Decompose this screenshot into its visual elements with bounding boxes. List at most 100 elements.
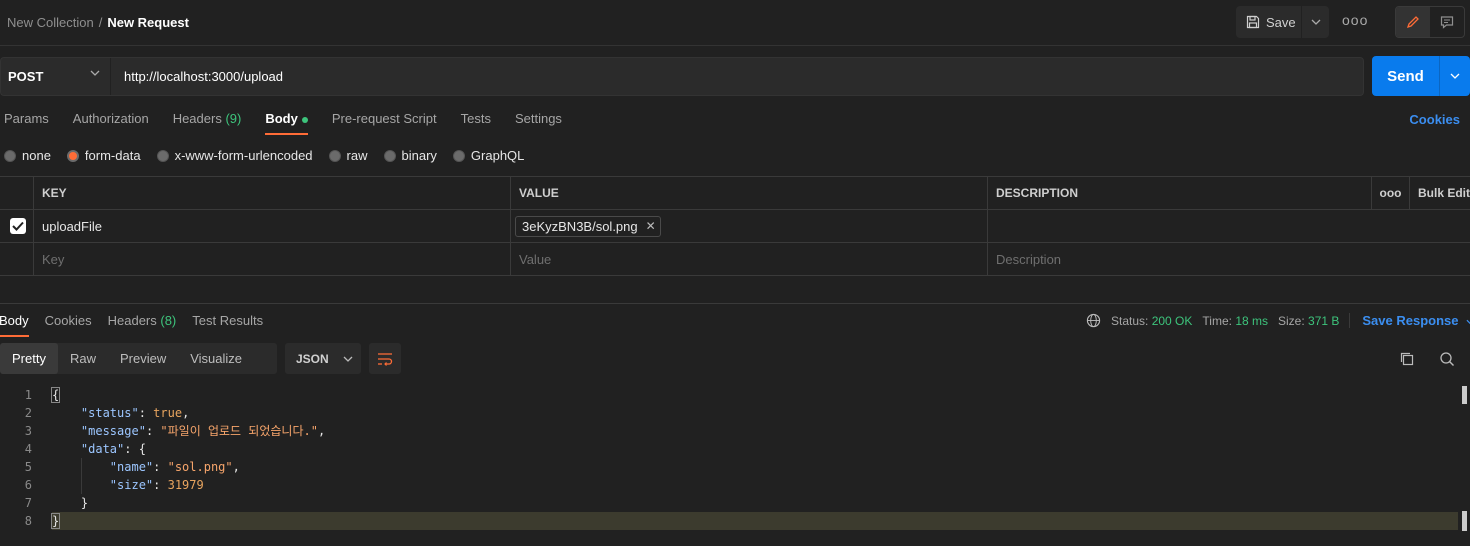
radio-label: none <box>22 148 51 163</box>
tab-label: Headers <box>107 313 157 328</box>
radio-x-www-form-urlencoded[interactable]: x-www-form-urlencoded <box>156 148 313 163</box>
code-line: 7 } <box>0 494 1470 512</box>
tab-authorization[interactable]: Authorization <box>73 111 149 135</box>
send-button[interactable]: Send <box>1372 56 1440 96</box>
radio-label: GraphQL <box>470 148 525 163</box>
save-icon <box>1246 15 1260 29</box>
request-name[interactable]: New Request <box>107 15 189 30</box>
radio-graphql[interactable]: GraphQL <box>452 148 525 163</box>
edit-mode-button[interactable] <box>1396 7 1430 37</box>
response-meta: Status: 200 OK Time: 18 ms Size: 371 B S… <box>1086 313 1470 328</box>
tab-response-headers[interactable]: Headers (8) <box>108 313 177 337</box>
send-options-button[interactable] <box>1440 56 1470 96</box>
search-icon[interactable] <box>1439 351 1455 370</box>
code-line: 3 "message": "파일이 업로드 되었습니다.", <box>0 422 1470 440</box>
bulk-edit-button[interactable]: Bulk Edit <box>1409 177 1470 209</box>
url-input[interactable]: http://localhost:3000/upload <box>124 69 283 84</box>
tab-pre-request-script[interactable]: Pre-request Script <box>332 111 437 135</box>
time-label: Time: <box>1202 313 1232 328</box>
format-label: JSON <box>296 351 329 366</box>
key-field[interactable]: uploadFile <box>33 210 510 242</box>
view-pretty[interactable]: Pretty <box>0 343 58 374</box>
value-field[interactable]: 3eKyzBN3B/sol.png ✕ <box>510 210 987 242</box>
tab-tests[interactable]: Tests <box>461 111 491 135</box>
chevron-down-icon <box>1450 73 1460 79</box>
more-actions-button[interactable]: ooo <box>1342 12 1368 28</box>
json-value: "sol.png" <box>167 460 233 474</box>
line-number: 4 <box>24 442 32 456</box>
radio-label: form-data <box>84 148 141 163</box>
response-code-viewer[interactable]: 1 { 2 "status": true, 3 "message": "파일이 … <box>0 386 1470 546</box>
globe-icon[interactable] <box>1086 313 1101 328</box>
radio-binary[interactable]: binary <box>383 148 437 163</box>
chevron-down-icon <box>1466 319 1470 325</box>
scrollbar-thumb[interactable] <box>1462 386 1467 404</box>
size-readout: Size: 371 B <box>1278 314 1339 328</box>
row-checkbox[interactable] <box>10 218 26 234</box>
code-line-active: 8 } <box>0 512 1470 530</box>
json-value: 31979 <box>167 478 204 492</box>
json-key: "message" <box>80 424 146 438</box>
tab-test-results[interactable]: Test Results <box>192 313 263 337</box>
code-line: 4 "data": { <box>0 440 1470 458</box>
scrollbar-thumb[interactable] <box>1462 511 1467 531</box>
file-name: 3eKyzBN3B/sol.png <box>522 218 638 234</box>
status-value: 200 OK <box>1151 313 1193 328</box>
tab-label: Cookies <box>44 313 92 328</box>
method-select[interactable]: POST <box>1 58 111 95</box>
tab-label: Headers <box>172 111 222 126</box>
line-content: "status": true, <box>80 406 190 420</box>
tab-params[interactable]: Params <box>4 111 49 135</box>
table-more-button[interactable]: ooo <box>1371 177 1409 209</box>
format-select[interactable]: JSON <box>285 343 361 374</box>
description-field-placeholder[interactable]: Description <box>987 243 1470 275</box>
tab-label: Params <box>4 111 49 126</box>
tab-settings[interactable]: Settings <box>515 111 562 135</box>
wrap-lines-icon <box>378 352 393 366</box>
tab-headers[interactable]: Headers (9) <box>173 111 242 135</box>
request-tabs: Params Authorization Headers (9) Body Pr… <box>4 111 562 135</box>
json-key: "name" <box>109 460 154 474</box>
json-value: true <box>153 406 183 420</box>
send-group: Send <box>1372 56 1470 96</box>
breadcrumb-collection[interactable]: New Collection <box>7 15 94 30</box>
wrap-lines-button[interactable] <box>369 343 401 374</box>
tab-body[interactable]: Body <box>265 111 308 135</box>
remove-file-icon[interactable]: ✕ <box>646 219 656 233</box>
radio-raw[interactable]: raw <box>328 148 368 163</box>
line-content: "name": "sol.png", <box>109 460 240 474</box>
description-field[interactable] <box>987 210 1470 242</box>
status-readout: Status: 200 OK <box>1111 314 1192 328</box>
radio-circle <box>328 149 341 162</box>
code-scrollbar[interactable] <box>1462 386 1467 536</box>
breadcrumb: New Collection / New Request <box>7 15 189 30</box>
comment-icon <box>1440 16 1454 29</box>
tab-label: Pre-request Script <box>331 111 437 126</box>
view-visualize[interactable]: Visualize <box>178 343 254 374</box>
code-line: 6 "size": 31979 <box>0 476 1470 494</box>
line-content: "data": { <box>80 442 146 456</box>
tab-label: Authorization <box>72 111 149 126</box>
value-field-placeholder[interactable]: Value <box>510 243 987 275</box>
brace-close: } <box>50 513 61 529</box>
cookies-link[interactable]: Cookies <box>1409 112 1460 127</box>
copy-icon[interactable] <box>1399 351 1415 370</box>
radio-label: binary <box>401 148 437 163</box>
radio-form-data[interactable]: form-data <box>66 148 141 163</box>
view-raw[interactable]: Raw <box>58 343 108 374</box>
radio-circle-selected <box>66 149 79 162</box>
save-response-button[interactable]: Save Response <box>1349 313 1470 328</box>
tab-response-cookies[interactable]: Cookies <box>45 313 92 337</box>
line-number: 8 <box>24 514 32 528</box>
tab-response-body[interactable]: Body <box>0 313 29 337</box>
radio-label: x-www-form-urlencoded <box>174 148 313 163</box>
radio-circle <box>156 149 169 162</box>
view-preview[interactable]: Preview <box>108 343 178 374</box>
save-options-button[interactable] <box>1302 6 1329 38</box>
save-button[interactable]: Save <box>1236 6 1302 38</box>
radio-none[interactable]: none <box>4 148 51 163</box>
code-line: 2 "status": true, <box>0 404 1470 422</box>
key-field-placeholder[interactable]: Key <box>33 243 510 275</box>
top-bar: New Collection / New Request Save ooo <box>0 0 1470 46</box>
comments-mode-button[interactable] <box>1430 7 1464 37</box>
